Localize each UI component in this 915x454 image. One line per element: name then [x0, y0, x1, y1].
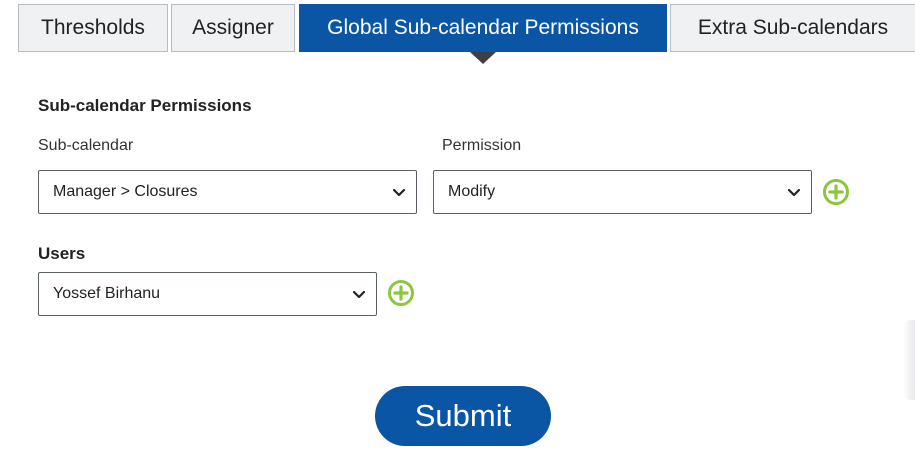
permission-label: Permission: [442, 137, 522, 154]
users-label: Users: [38, 244, 86, 263]
sub-calendar-permissions-page: Thresholds Assigner Global Sub-calendar …: [0, 0, 915, 454]
chevron-down-icon: [787, 188, 801, 197]
users-select[interactable]: Yossef Birhanu: [38, 272, 377, 316]
tab-global-sub-calendar-permissions[interactable]: Global Sub-calendar Permissions: [299, 4, 667, 52]
tab-thresholds[interactable]: Thresholds: [18, 4, 168, 52]
add-user-icon[interactable]: [387, 279, 415, 307]
active-tab-pointer: [470, 52, 496, 64]
submit-button[interactable]: Submit: [375, 386, 551, 446]
edge-shadow: [903, 320, 915, 400]
tab-extra-sub-calendars[interactable]: Extra Sub-calendars: [670, 4, 915, 52]
permission-select-value: Modify: [448, 183, 496, 200]
section-title: Sub-calendar Permissions: [38, 96, 252, 115]
sub-calendar-label: Sub-calendar: [38, 137, 134, 154]
sub-calendar-select-value: Manager > Closures: [53, 183, 198, 200]
chevron-down-icon: [352, 290, 366, 299]
sub-calendar-select[interactable]: Manager > Closures: [38, 170, 417, 214]
permission-select[interactable]: Modify: [433, 170, 812, 214]
tab-assigner[interactable]: Assigner: [171, 4, 295, 52]
add-permission-icon[interactable]: [822, 178, 850, 206]
chevron-down-icon: [392, 188, 406, 197]
users-select-value: Yossef Birhanu: [53, 285, 161, 302]
